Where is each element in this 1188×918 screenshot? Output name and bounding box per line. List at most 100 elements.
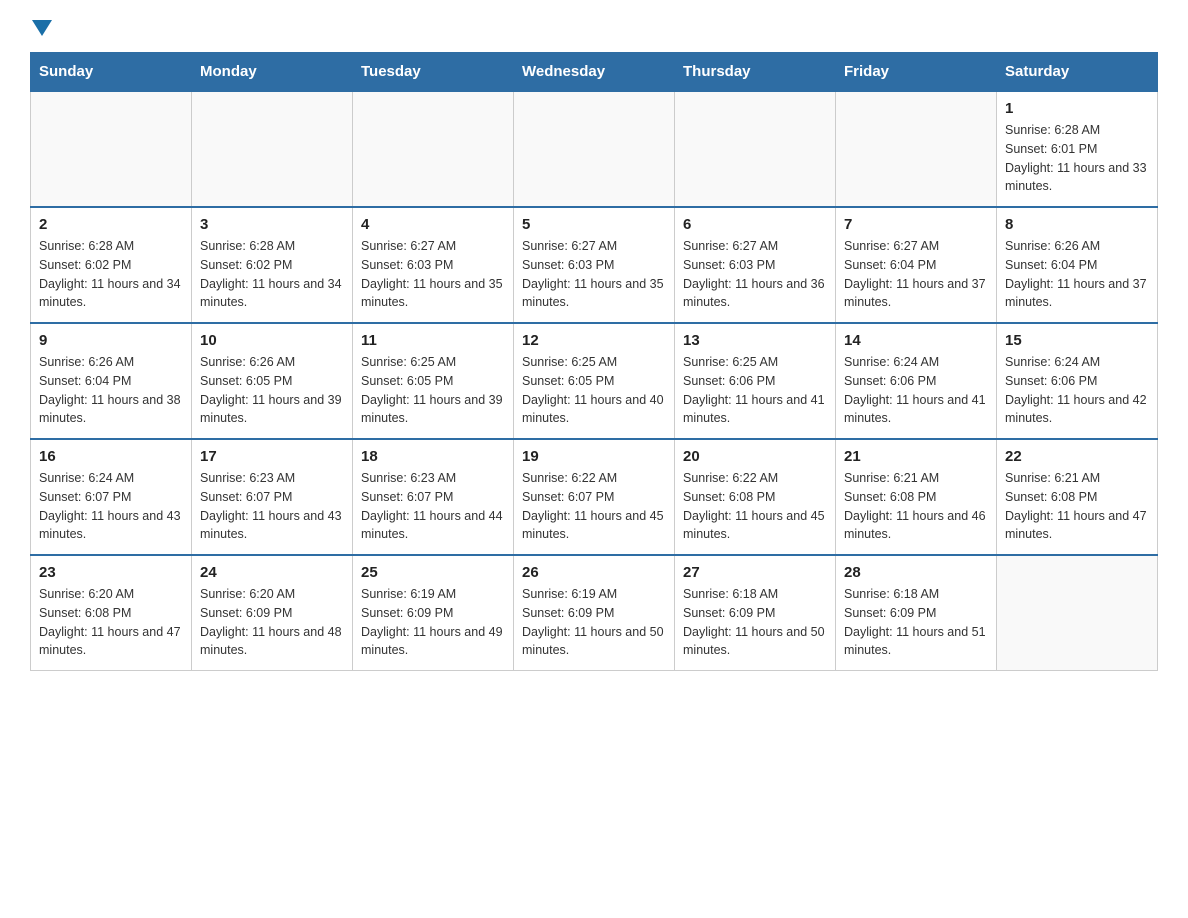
calendar-header-row: Sunday Monday Tuesday Wednesday Thursday… (31, 53, 1158, 92)
header-thursday: Thursday (675, 53, 836, 92)
calendar-day-cell (675, 91, 836, 207)
calendar-day-cell: 17 Sunrise: 6:23 AMSunset: 6:07 PMDayligh… (192, 439, 353, 555)
calendar-week-row: 23 Sunrise: 6:20 AMSunset: 6:08 PMDayligh… (31, 555, 1158, 671)
calendar-day-cell: 26 Sunrise: 6:19 AMSunset: 6:09 PMDayligh… (514, 555, 675, 671)
calendar-day-cell: 11 Sunrise: 6:25 AMSunset: 6:05 PMDayligh… (353, 323, 514, 439)
calendar-day-cell: 6 Sunrise: 6:27 AMSunset: 6:03 PMDaylight… (675, 207, 836, 323)
day-info: Sunrise: 6:23 AMSunset: 6:07 PMDaylight:… (361, 469, 505, 544)
day-info: Sunrise: 6:24 AMSunset: 6:06 PMDaylight:… (1005, 353, 1149, 428)
day-number: 9 (39, 332, 183, 349)
day-number: 14 (844, 332, 988, 349)
day-info: Sunrise: 6:19 AMSunset: 6:09 PMDaylight:… (361, 585, 505, 660)
day-info: Sunrise: 6:26 AMSunset: 6:04 PMDaylight:… (39, 353, 183, 428)
day-info: Sunrise: 6:27 AMSunset: 6:03 PMDaylight:… (683, 237, 827, 312)
day-info: Sunrise: 6:21 AMSunset: 6:08 PMDaylight:… (844, 469, 988, 544)
day-number: 26 (522, 564, 666, 581)
logo (30, 20, 54, 32)
day-number: 22 (1005, 448, 1149, 465)
day-number: 20 (683, 448, 827, 465)
calendar-day-cell: 21 Sunrise: 6:21 AMSunset: 6:08 PMDayligh… (836, 439, 997, 555)
day-number: 15 (1005, 332, 1149, 349)
calendar-day-cell: 5Sunrise: 6:27 AMSunset: 6:03 PMDaylight… (514, 207, 675, 323)
day-number: 10 (200, 332, 344, 349)
day-info: Sunrise: 6:24 AMSunset: 6:06 PMDaylight:… (844, 353, 988, 428)
calendar-day-cell: 24Sunrise: 6:20 AMSunset: 6:09 PMDayligh… (192, 555, 353, 671)
calendar-table: Sunday Monday Tuesday Wednesday Thursday… (30, 52, 1158, 671)
calendar-day-cell: 4 Sunrise: 6:27 AMSunset: 6:03 PMDaylight… (353, 207, 514, 323)
calendar-day-cell: 16 Sunrise: 6:24 AMSunset: 6:07 PMDayligh… (31, 439, 192, 555)
day-info: Sunrise: 6:21 AMSunset: 6:08 PMDaylight:… (1005, 469, 1149, 544)
calendar-day-cell (997, 555, 1158, 671)
day-info: Sunrise: 6:28 AMSunset: 6:01 PMDaylight:… (1005, 121, 1149, 196)
day-info: Sunrise: 6:28 AMSunset: 6:02 PMDaylight:… (200, 237, 344, 312)
day-info: Sunrise: 6:18 AMSunset: 6:09 PMDaylight:… (683, 585, 827, 660)
calendar-day-cell (31, 91, 192, 207)
day-info: Sunrise: 6:22 AMSunset: 6:08 PMDaylight:… (683, 469, 827, 544)
calendar-day-cell: 10 Sunrise: 6:26 AMSunset: 6:05 PMDayligh… (192, 323, 353, 439)
day-number: 21 (844, 448, 988, 465)
calendar-day-cell: 2 Sunrise: 6:28 AMSunset: 6:02 PMDaylight… (31, 207, 192, 323)
day-info: Sunrise: 6:27 AMSunset: 6:04 PMDaylight:… (844, 237, 988, 312)
day-number: 19 (522, 448, 666, 465)
day-info: Sunrise: 6:19 AMSunset: 6:09 PMDaylight:… (522, 585, 666, 660)
calendar-day-cell (514, 91, 675, 207)
day-number: 11 (361, 332, 505, 349)
header-saturday: Saturday (997, 53, 1158, 92)
day-number: 28 (844, 564, 988, 581)
calendar-week-row: 2 Sunrise: 6:28 AMSunset: 6:02 PMDaylight… (31, 207, 1158, 323)
day-number: 8 (1005, 216, 1149, 233)
calendar-day-cell: 1 Sunrise: 6:28 AMSunset: 6:01 PMDaylight… (997, 91, 1158, 207)
calendar-day-cell: 15 Sunrise: 6:24 AMSunset: 6:06 PMDayligh… (997, 323, 1158, 439)
header-tuesday: Tuesday (353, 53, 514, 92)
day-number: 16 (39, 448, 183, 465)
day-info: Sunrise: 6:25 AMSunset: 6:06 PMDaylight:… (683, 353, 827, 428)
day-number: 2 (39, 216, 183, 233)
calendar-day-cell: 14 Sunrise: 6:24 AMSunset: 6:06 PMDayligh… (836, 323, 997, 439)
calendar-day-cell: 8 Sunrise: 6:26 AMSunset: 6:04 PMDaylight… (997, 207, 1158, 323)
logo-triangle-icon (32, 20, 52, 36)
calendar-day-cell: 13Sunrise: 6:25 AMSunset: 6:06 PMDayligh… (675, 323, 836, 439)
day-number: 25 (361, 564, 505, 581)
day-info: Sunrise: 6:26 AMSunset: 6:05 PMDaylight:… (200, 353, 344, 428)
day-info: Sunrise: 6:25 AMSunset: 6:05 PMDaylight:… (522, 353, 666, 428)
calendar-day-cell: 9 Sunrise: 6:26 AMSunset: 6:04 PMDaylight… (31, 323, 192, 439)
calendar-day-cell: 7 Sunrise: 6:27 AMSunset: 6:04 PMDaylight… (836, 207, 997, 323)
day-info: Sunrise: 6:23 AMSunset: 6:07 PMDaylight:… (200, 469, 344, 544)
calendar-week-row: 9 Sunrise: 6:26 AMSunset: 6:04 PMDaylight… (31, 323, 1158, 439)
calendar-day-cell: 28 Sunrise: 6:18 AMSunset: 6:09 PMDayligh… (836, 555, 997, 671)
day-number: 4 (361, 216, 505, 233)
header-sunday: Sunday (31, 53, 192, 92)
day-number: 5 (522, 216, 666, 233)
calendar-day-cell: 22 Sunrise: 6:21 AMSunset: 6:08 PMDayligh… (997, 439, 1158, 555)
calendar-day-cell: 20 Sunrise: 6:22 AMSunset: 6:08 PMDayligh… (675, 439, 836, 555)
day-number: 18 (361, 448, 505, 465)
calendar-day-cell: 3 Sunrise: 6:28 AMSunset: 6:02 PMDaylight… (192, 207, 353, 323)
day-number: 12 (522, 332, 666, 349)
calendar-week-row: 16 Sunrise: 6:24 AMSunset: 6:07 PMDayligh… (31, 439, 1158, 555)
calendar-day-cell (353, 91, 514, 207)
day-info: Sunrise: 6:24 AMSunset: 6:07 PMDaylight:… (39, 469, 183, 544)
day-number: 7 (844, 216, 988, 233)
page-header (30, 20, 1158, 32)
day-info: Sunrise: 6:26 AMSunset: 6:04 PMDaylight:… (1005, 237, 1149, 312)
calendar-day-cell: 27 Sunrise: 6:18 AMSunset: 6:09 PMDayligh… (675, 555, 836, 671)
day-number: 23 (39, 564, 183, 581)
day-info: Sunrise: 6:20 AMSunset: 6:08 PMDaylight:… (39, 585, 183, 660)
day-info: Sunrise: 6:28 AMSunset: 6:02 PMDaylight:… (39, 237, 183, 312)
day-number: 17 (200, 448, 344, 465)
day-number: 6 (683, 216, 827, 233)
calendar-day-cell (192, 91, 353, 207)
header-monday: Monday (192, 53, 353, 92)
calendar-day-cell: 23 Sunrise: 6:20 AMSunset: 6:08 PMDayligh… (31, 555, 192, 671)
day-info: Sunrise: 6:20 AMSunset: 6:09 PMDaylight:… (200, 585, 344, 660)
day-info: Sunrise: 6:27 AMSunset: 6:03 PMDaylight:… (361, 237, 505, 312)
day-number: 3 (200, 216, 344, 233)
day-info: Sunrise: 6:18 AMSunset: 6:09 PMDaylight:… (844, 585, 988, 660)
day-info: Sunrise: 6:25 AMSunset: 6:05 PMDaylight:… (361, 353, 505, 428)
day-number: 1 (1005, 100, 1149, 117)
day-info: Sunrise: 6:22 AMSunset: 6:07 PMDaylight:… (522, 469, 666, 544)
calendar-day-cell: 19 Sunrise: 6:22 AMSunset: 6:07 PMDayligh… (514, 439, 675, 555)
calendar-day-cell: 18 Sunrise: 6:23 AMSunset: 6:07 PMDayligh… (353, 439, 514, 555)
header-friday: Friday (836, 53, 997, 92)
day-number: 27 (683, 564, 827, 581)
